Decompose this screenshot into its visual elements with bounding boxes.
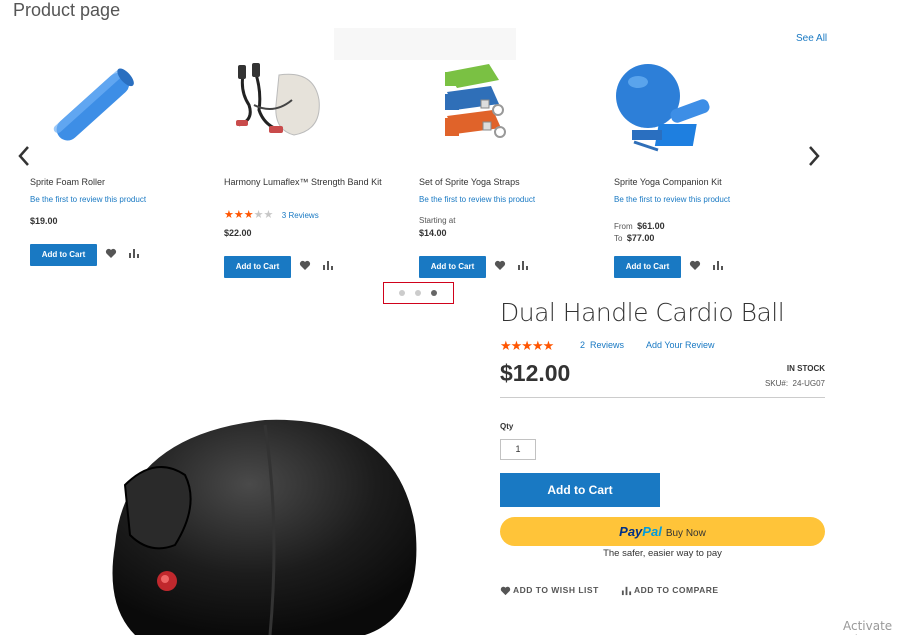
heart-icon[interactable]: [105, 246, 119, 260]
paypal-logo-pay: Pay: [619, 524, 643, 539]
qty-label: Qty: [500, 422, 514, 431]
product-name[interactable]: Set of Sprite Yoga Straps: [419, 176, 579, 188]
add-to-cart-button[interactable]: Add to Cart: [419, 256, 486, 278]
carousel-next-button[interactable]: [804, 143, 824, 169]
reviews-count-link[interactable]: 3 Reviews: [282, 211, 319, 220]
buy-now-label: Buy Now: [665, 528, 706, 539]
product-name[interactable]: Sprite Yoga Companion Kit: [614, 176, 774, 188]
rating-stars: ★★★★★: [224, 209, 274, 221]
divider: [500, 397, 825, 398]
product-image[interactable]: [419, 60, 539, 168]
carousel-product-card: Sprite Yoga Companion Kit Be the first t…: [614, 60, 784, 278]
product-title: Dual Handle Cardio Ball: [500, 298, 785, 327]
add-to-cart-button[interactable]: Add to Cart: [224, 256, 291, 278]
product-image[interactable]: [224, 60, 344, 168]
add-review-link[interactable]: Add Your Review: [646, 340, 715, 350]
product-price: $19.00: [30, 216, 58, 226]
product-name[interactable]: Harmony Lumaflex™ Strength Band Kit: [224, 176, 384, 188]
stock-status: IN STOCK: [786, 364, 825, 373]
review-link[interactable]: Be the first to review this product: [419, 195, 535, 204]
product-image[interactable]: [614, 60, 734, 168]
page-title: Product page: [13, 0, 121, 20]
product-price: $22.00: [224, 228, 252, 238]
review-link[interactable]: Be the first to review this product: [614, 195, 730, 204]
product-price: $14.00: [419, 228, 447, 238]
add-to-wishlist-link[interactable]: ADD TO WISH LIST: [500, 585, 599, 596]
review-link[interactable]: Be the first to review this product: [30, 195, 146, 204]
carousel-dots: [383, 282, 454, 304]
add-to-cart-button[interactable]: Add to Cart: [30, 244, 97, 266]
header-placeholder: [334, 28, 516, 60]
add-to-cart-button[interactable]: Add to Cart: [614, 256, 681, 278]
carousel-product-card: Set of Sprite Yoga Straps Be the first t…: [419, 60, 589, 278]
heart-icon[interactable]: [299, 258, 313, 272]
see-all-link[interactable]: See All: [796, 33, 827, 44]
price-label: Starting at: [419, 216, 456, 225]
carousel-dot-1[interactable]: [399, 290, 405, 296]
paypal-buy-now-button[interactable]: PayPal Buy Now: [500, 517, 825, 546]
compare-icon: [621, 587, 632, 596]
carousel-dot-2[interactable]: [415, 290, 421, 296]
compare-icon[interactable]: [128, 246, 142, 260]
heart-icon[interactable]: [689, 258, 703, 272]
add-to-compare-link[interactable]: ADD TO COMPARE: [621, 585, 719, 596]
rating-stars: ★★★★★: [500, 338, 554, 353]
carousel-product-card: Harmony Lumaflex™ Strength Band Kit ★★★★…: [224, 60, 394, 278]
product-image[interactable]: [30, 60, 150, 168]
carousel-product-card: Sprite Foam Roller Be the first to revie…: [30, 60, 200, 266]
product-price: $12.00: [500, 360, 571, 386]
qty-input[interactable]: 1: [500, 439, 536, 460]
price-to: To $77.00: [614, 233, 655, 243]
main-product-image[interactable]: [105, 415, 435, 635]
heart-icon[interactable]: [494, 258, 508, 272]
sku: SKU#: 24-UG07: [764, 379, 825, 388]
compare-icon[interactable]: [712, 258, 726, 272]
heart-icon: [500, 586, 511, 596]
chevron-right-icon: [809, 146, 820, 166]
reviews-link[interactable]: 2 Reviews: [580, 340, 624, 350]
carousel-dot-3[interactable]: [431, 290, 437, 296]
paypal-tagline: The safer, easier way to pay: [603, 548, 722, 559]
add-to-cart-button[interactable]: Add to Cart: [500, 473, 660, 507]
compare-icon[interactable]: [517, 258, 531, 272]
product-name[interactable]: Sprite Foam Roller: [30, 176, 190, 188]
compare-icon[interactable]: [322, 258, 336, 272]
paypal-logo-pal: Pal: [642, 524, 662, 539]
windows-activation-watermark: Activate Win: [843, 619, 893, 635]
